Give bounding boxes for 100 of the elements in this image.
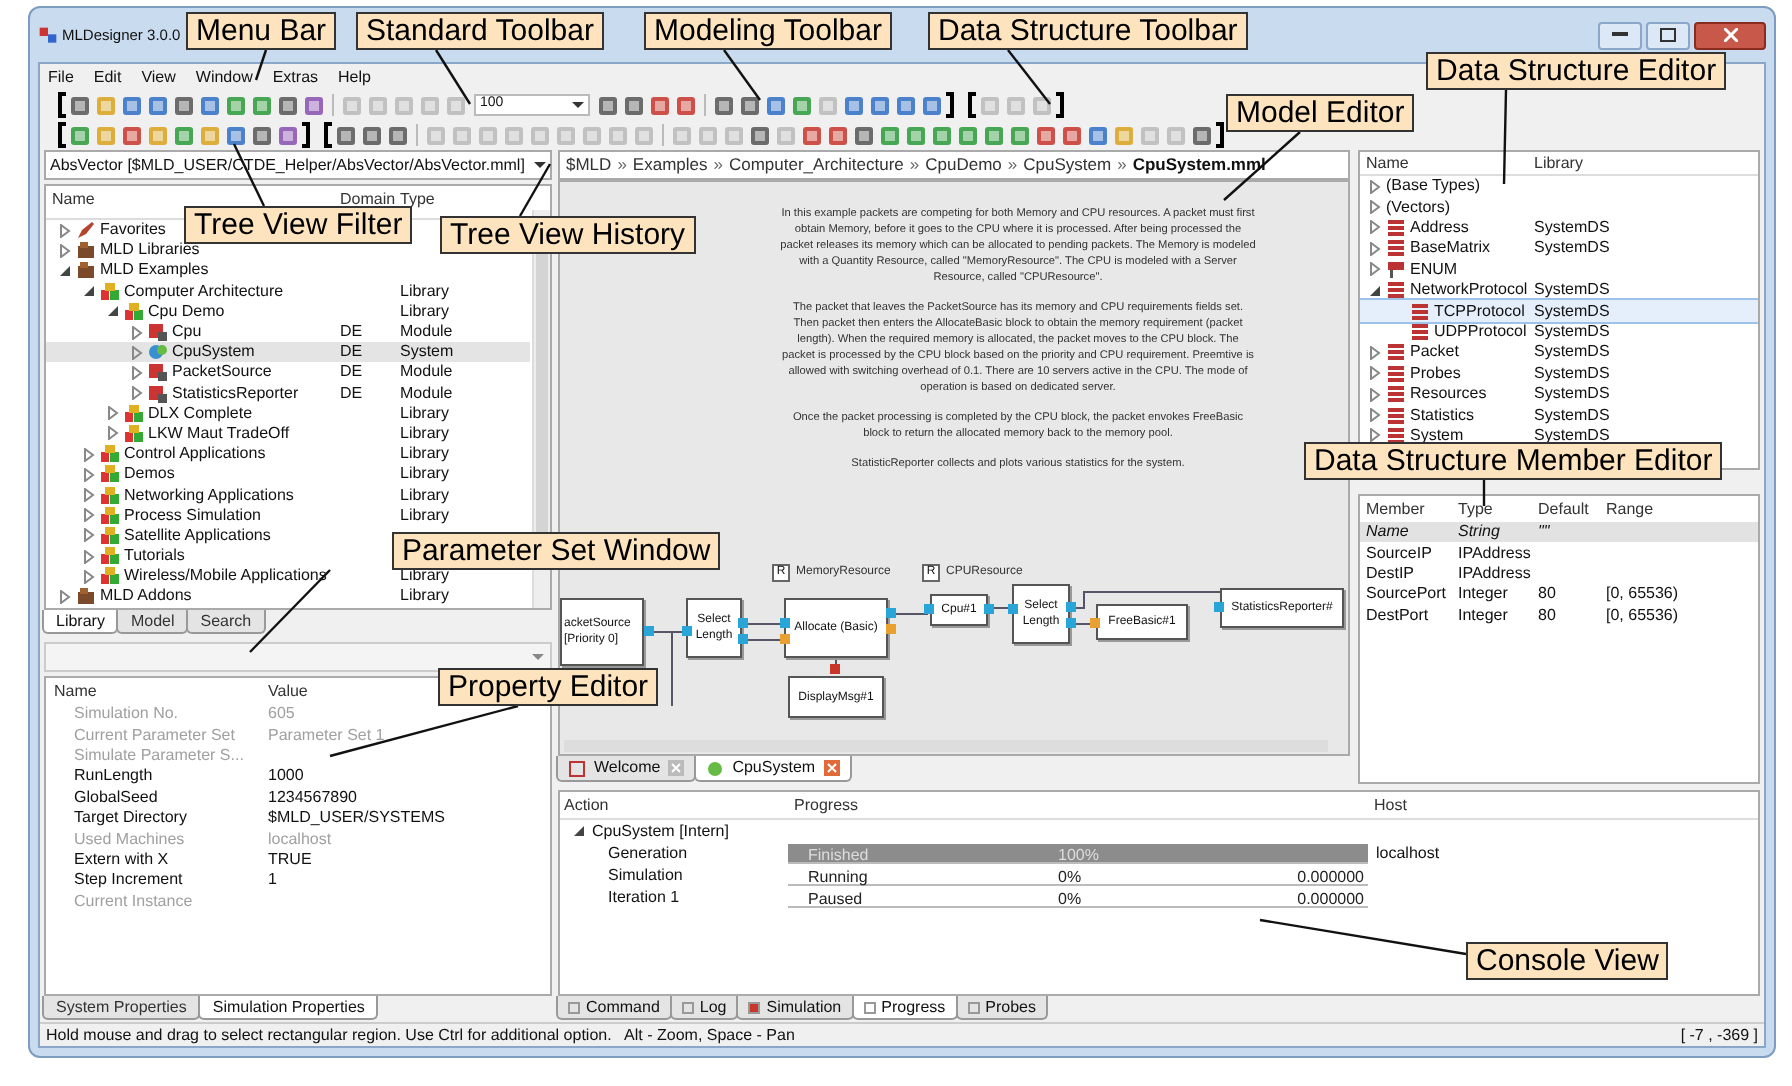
property-value[interactable]: 1000 [268,766,304,785]
column-header[interactable]: Range [1606,499,1654,517]
tool-icon[interactable] [1030,93,1054,117]
tree-item[interactable]: Networking Applications [124,483,294,508]
column-header[interactable]: Host [1374,795,1407,813]
maximize-button[interactable] [1646,21,1690,49]
tree-item[interactable]: Tutorials [124,544,185,569]
percent-text: 100% [1058,843,1099,867]
selected-tree-row[interactable]: TCPProtocol SystemDS [1360,300,1758,322]
tree-item[interactable]: (Base Types) [1386,176,1480,199]
close-button[interactable] [1694,21,1766,49]
tool-icon[interactable] [738,93,762,117]
tree-item[interactable]: MLD Examples [100,258,209,283]
scrollbar[interactable] [564,740,1328,752]
tree-item[interactable]: (Vectors) [1386,195,1451,220]
tree-item[interactable]: Cpu Demo [148,299,225,324]
tree-item[interactable]: Resources [1410,382,1487,407]
tree-item[interactable]: Control Applications [124,442,266,467]
column-header[interactable]: Action [564,795,609,813]
tree-item[interactable]: Satellite Applications [124,523,271,548]
menu-item[interactable]: Edit [93,65,122,89]
leader-line [254,49,268,81]
minimize-icon [1612,32,1628,38]
tree-item[interactable]: Address [1410,215,1469,240]
minimize-button[interactable] [1598,21,1642,49]
column-header[interactable]: Type [400,190,435,208]
property-value[interactable]: 1 [268,870,277,889]
column-header[interactable]: Member [1366,499,1425,517]
library-text: SystemDS [1534,321,1610,340]
breadcrumb-item[interactable]: CpuDemo [925,152,1002,178]
property-value[interactable]: $MLD_USER/SYSTEMS [268,808,445,827]
tab[interactable]: Probes [955,996,1048,1020]
column-header[interactable]: Name [1366,153,1409,171]
tree-item[interactable]: BaseMatrix [1410,236,1491,261]
tab[interactable]: Simulation [736,996,854,1020]
tree-item[interactable]: CpuSystem [Intern] [592,819,729,843]
menu-item[interactable]: View [141,65,176,89]
property-name: Target Directory [74,808,187,827]
square-icon [748,1001,761,1013]
tree-item[interactable]: ENUM [1410,257,1458,282]
tree-item[interactable]: Probes [1410,361,1461,386]
editor-tab[interactable]: CpuSystem [694,756,852,782]
tab[interactable]: Log [669,996,739,1020]
column-header[interactable]: Value [268,681,308,699]
menu-item[interactable]: Help [338,65,371,89]
column-header[interactable]: Progress [794,795,859,813]
selected-member-row[interactable]: Name String "" [1360,522,1758,543]
square-icon [568,1001,580,1013]
tree-item[interactable]: Computer Architecture [124,279,284,304]
menu-item[interactable]: Extras [272,65,319,89]
tree-item[interactable]: DLX Complete [148,401,253,426]
tree-item[interactable]: Process Simulation [124,503,261,528]
host-text: localhost [1376,843,1440,861]
tree-item[interactable]: Demos [124,462,175,487]
selected-tree-row[interactable]: CpuSystem DE System [46,342,530,363]
tree-item[interactable]: CpuSystem [172,340,255,365]
column-header[interactable]: Default [1538,499,1589,517]
tree-item[interactable]: Wireless/Mobile Applications [124,564,327,589]
breadcrumb-item[interactable]: Examples [632,152,708,178]
connector-line [1071,623,1095,625]
tree-item[interactable]: TCPProtocol [1434,299,1525,324]
tree-item[interactable]: UDPProtocol [1434,319,1527,344]
tool-icon[interactable] [444,93,468,117]
breadcrumb-item[interactable]: $MLD [566,152,612,178]
menu-item[interactable]: File [48,65,74,89]
parameter-set-dropdown[interactable] [44,642,552,672]
menu-item[interactable]: Window [195,65,253,89]
tab[interactable]: Simulation Properties [198,996,379,1020]
column-header[interactable]: Type [1458,499,1493,517]
breadcrumb-item[interactable]: CpuSystem.mml [1132,152,1266,178]
callout-label: Standard Toolbar [356,12,604,50]
tree-item[interactable]: Favorites [100,220,166,243]
tree-item[interactable]: MLD Addons [100,584,192,608]
tree-item[interactable]: PacketSource [172,360,272,385]
property-value[interactable]: 1234567890 [268,787,357,806]
tab[interactable]: Progress [851,996,958,1020]
column-header[interactable]: Name [54,681,97,699]
column-header[interactable]: Name [52,190,95,208]
tree-item[interactable]: Packet [1410,340,1459,365]
breadcrumb-item[interactable]: Computer_Architecture [728,152,904,178]
folder-icon [76,240,96,261]
column-header[interactable]: Library [1534,153,1583,171]
breadcrumb-item[interactable]: CpuSystem [1023,152,1112,178]
tab[interactable]: Command [556,996,672,1020]
column-header[interactable]: Domain [340,190,396,208]
tab[interactable]: Model [116,610,189,634]
tree-item[interactable]: System [1410,423,1464,448]
tree-item[interactable]: StatisticsReporter [172,381,299,406]
tab[interactable]: Library [42,610,119,634]
tab[interactable]: System Properties [42,996,201,1020]
editor-tab[interactable]: Welcome [556,756,697,782]
square-icon [967,1001,980,1013]
tree-item[interactable]: LKW Maut TradeOff [148,421,290,446]
tab[interactable]: Search [186,610,266,634]
tree-item[interactable]: NetworkProtocol [1410,278,1528,303]
domain-text: DE [340,383,363,402]
property-value[interactable]: TRUE [268,849,312,868]
tree-item[interactable]: Statistics [1410,403,1475,427]
tree-item[interactable]: MLD Libraries [100,238,200,263]
tree-item[interactable]: Cpu [172,320,202,345]
